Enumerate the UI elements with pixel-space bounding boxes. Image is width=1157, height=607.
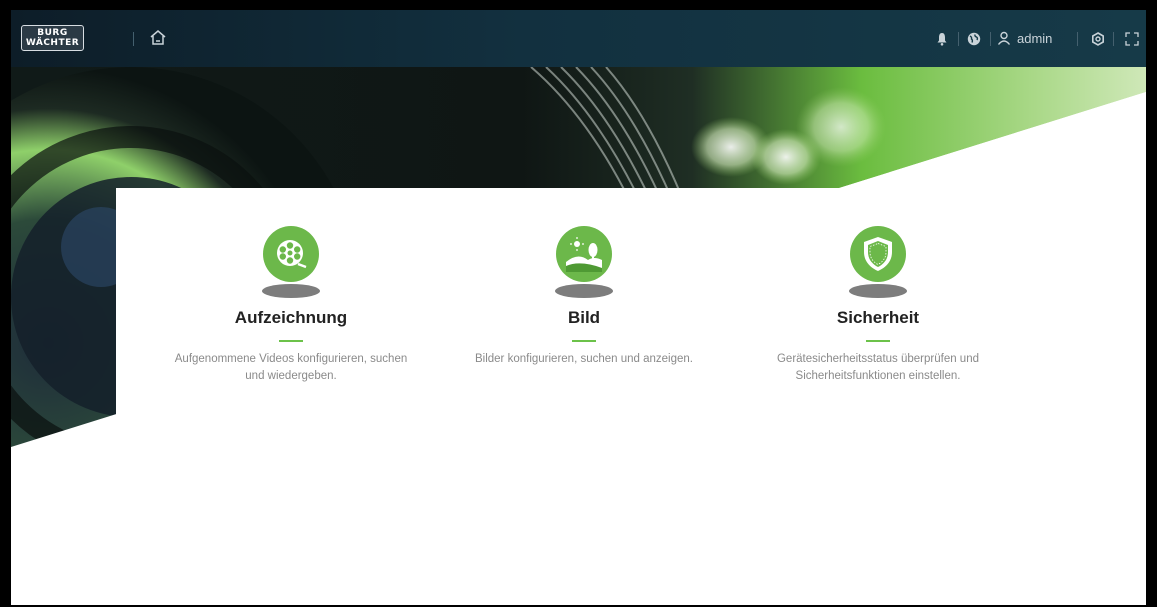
card-description: Bilder konfigurieren, suchen und anzeige… xyxy=(439,351,729,368)
fullscreen-button[interactable] xyxy=(1125,29,1139,49)
notifications-button[interactable] xyxy=(936,29,948,49)
description-line-2: Sicherheitsfunktionen einstellen. xyxy=(795,370,961,382)
icon-shadow xyxy=(849,284,907,298)
card-security[interactable]: Sicherheit Gerätesicherheitsstatus überp… xyxy=(728,188,1028,385)
description-line-1: Bilder konfigurieren, suchen und anzeige… xyxy=(474,353,693,365)
description-line-1: Gerätesicherheitsstatus überprüfen und xyxy=(776,353,979,365)
settings-button[interactable] xyxy=(1091,29,1105,49)
logo-line-2: WÄCHTER xyxy=(25,38,80,48)
divider xyxy=(1077,32,1078,46)
shield-icon xyxy=(850,226,906,282)
card-recording[interactable]: Aufzeichnung Aufgenommene Videos konfigu… xyxy=(141,188,441,385)
card-title: Bild xyxy=(567,308,601,327)
user-name: admin xyxy=(1017,30,1053,46)
fullscreen-icon xyxy=(1125,32,1139,46)
card-title: Sicherheit xyxy=(836,308,920,327)
bell-icon xyxy=(937,33,947,46)
title-underline xyxy=(279,340,303,342)
security-icon-badge xyxy=(845,226,911,298)
card-description: Gerätesicherheitsstatus überprüfen und S… xyxy=(733,351,1023,385)
divider xyxy=(133,32,134,46)
user-icon xyxy=(997,31,1011,45)
film-reel-icon xyxy=(263,226,319,282)
recording-icon-badge xyxy=(258,226,324,298)
description-line-2: und wiedergeben. xyxy=(245,370,337,382)
description-line-1: Aufgenommene Videos konfigurieren, suche… xyxy=(174,353,408,365)
divider xyxy=(990,32,991,46)
top-navigation-bar: BURG WÄCHTER admin xyxy=(11,10,1146,67)
feature-cards-panel: Aufzeichnung Aufgenommene Videos konfigu… xyxy=(116,188,1146,428)
brand-logo[interactable]: BURG WÄCHTER xyxy=(21,25,84,51)
card-image[interactable]: Bild Bilder konfigurieren, suchen und an… xyxy=(434,188,734,368)
card-title: Aufzeichnung xyxy=(234,308,348,327)
divider xyxy=(1113,32,1114,46)
icon-shadow xyxy=(262,284,320,298)
app-window: BURG WÄCHTER admin Aufzeichnung Aufgenom… xyxy=(11,10,1146,605)
title-underline xyxy=(572,340,596,342)
title-underline xyxy=(866,340,890,342)
icon-shadow xyxy=(555,284,613,298)
home-button[interactable] xyxy=(147,27,169,49)
image-icon-badge xyxy=(551,226,617,298)
language-button[interactable] xyxy=(967,29,981,49)
globe-icon xyxy=(967,32,981,46)
card-description: Aufgenommene Videos konfigurieren, suche… xyxy=(146,351,436,385)
user-menu[interactable]: admin xyxy=(997,27,1052,49)
divider xyxy=(958,32,959,46)
home-icon xyxy=(150,30,166,45)
logo-line-1: BURG xyxy=(37,28,68,38)
landscape-image-icon xyxy=(556,226,612,282)
gear-icon xyxy=(1091,32,1104,46)
